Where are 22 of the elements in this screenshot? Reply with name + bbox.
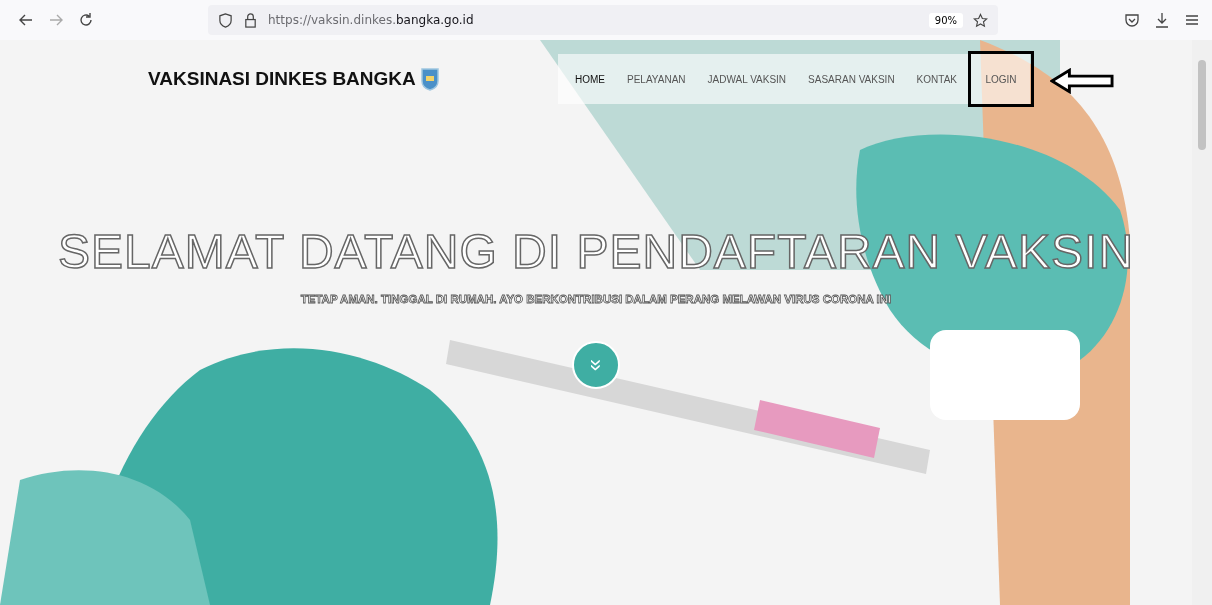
- reload-icon[interactable]: [78, 12, 94, 28]
- lock-icon: [243, 12, 258, 28]
- hero-subheading: TETAP AMAN. TINGGAL DI RUMAH. AYO BERKONTRIBUSI DALAM PERANG MELAWAN VIRUS CORONA INI: [300, 293, 892, 305]
- scrollbar[interactable]: [1192, 40, 1212, 605]
- nav-link[interactable]: PELAYANAN: [616, 73, 697, 85]
- menu-icon[interactable]: [1184, 12, 1200, 28]
- shield-icon: [218, 12, 233, 28]
- pocket-icon[interactable]: [1124, 12, 1140, 28]
- star-icon[interactable]: [973, 12, 988, 28]
- address-bar[interactable]: https://vaksin.dinkes.bangka.go.id 90%: [208, 5, 998, 35]
- nav-link[interactable]: KONTAK: [905, 73, 968, 85]
- shield-logo-icon: [419, 66, 440, 92]
- url-text: https://vaksin.dinkes.bangka.go.id: [268, 13, 474, 27]
- nav-link[interactable]: JADWAL VAKSIN: [696, 73, 798, 85]
- left-arrow-icon: [1050, 68, 1114, 94]
- nav-link[interactable]: LOGIN: [974, 73, 1028, 85]
- site-title[interactable]: VAKSINASI DINKES BANGKA: [148, 68, 416, 90]
- zoom-level[interactable]: 90%: [928, 12, 963, 28]
- nav-link[interactable]: HOME: [564, 73, 616, 85]
- back-icon[interactable]: [18, 12, 34, 28]
- nav-link[interactable]: SASARAN VAKSIN: [797, 73, 906, 85]
- download-icon[interactable]: [1154, 12, 1170, 28]
